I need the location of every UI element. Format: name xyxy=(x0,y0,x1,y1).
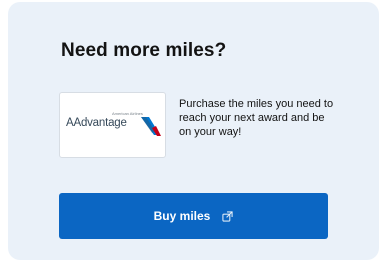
external-link-icon xyxy=(222,210,233,222)
promo-text: Purchase the miles you need to reach you… xyxy=(179,98,334,138)
promo-section: American Airlines AAdvantage Purchase th… xyxy=(59,92,339,172)
aadvantage-logo: American Airlines AAdvantage xyxy=(59,92,166,158)
card-title: Need more miles? xyxy=(61,40,227,61)
american-airlines-tail-icon xyxy=(141,117,161,136)
buy-miles-label: Buy miles xyxy=(153,209,211,223)
logo-brand-name: AAdvantage xyxy=(66,117,127,129)
buy-miles-button[interactable]: Buy miles xyxy=(59,193,328,239)
logo-brand-small: American Airlines xyxy=(112,111,143,116)
buy-miles-card: Need more miles? American Airlines AAdva… xyxy=(8,2,379,260)
